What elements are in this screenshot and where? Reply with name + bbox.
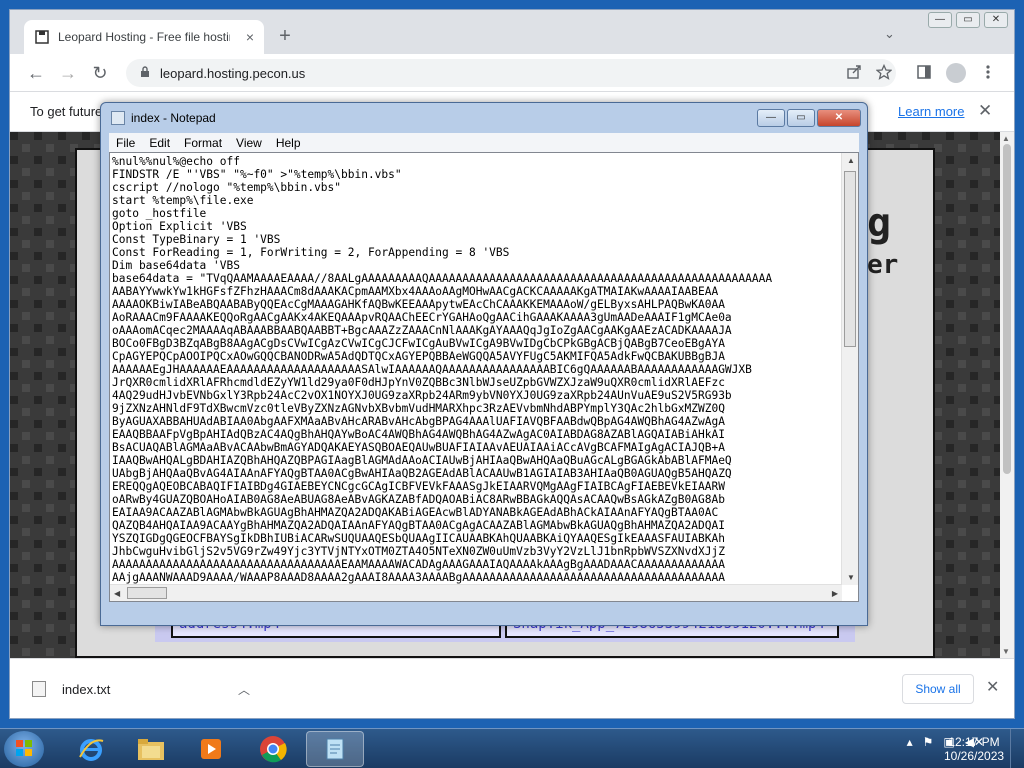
internet-explorer-icon[interactable] (62, 731, 120, 767)
site-heading-fragment: g (867, 200, 892, 246)
notepad-vscroll-thumb[interactable] (844, 171, 856, 347)
scroll-down-icon[interactable]: ▼ (1002, 647, 1010, 656)
lock-icon (140, 65, 150, 81)
browser-toolbar: ← → ↻ leopard.hosting.pecon.us (10, 54, 1014, 92)
scroll-right-icon[interactable]: ▶ (832, 589, 838, 598)
media-player-icon[interactable] (182, 731, 240, 767)
close-window-button[interactable]: ✕ (984, 12, 1008, 28)
minimize-button[interactable]: — (928, 12, 952, 28)
file-explorer-icon[interactable] (122, 731, 180, 767)
notepad-hscroll-thumb[interactable] (127, 587, 167, 599)
scrollbar-thumb[interactable] (1003, 144, 1011, 474)
page-favicon-icon (34, 29, 50, 45)
download-bar: index.txt ︿ Show all ✕ (10, 658, 1014, 718)
system-clock[interactable]: 12:17 PM 10/26/2023 (944, 735, 1004, 763)
notepad-close-button[interactable]: ✕ (817, 109, 861, 127)
site-subheading-fragment: er (867, 250, 899, 280)
tab-title: Leopard Hosting - Free file hosting (58, 30, 230, 44)
back-button[interactable]: ← (24, 62, 48, 86)
notepad-menu-bar: File Edit Format View Help (109, 133, 859, 152)
side-panel-icon[interactable] (914, 64, 934, 85)
show-desktop-button[interactable] (1010, 729, 1024, 768)
download-item[interactable]: index.txt ︿ (32, 673, 250, 705)
tab-search-icon[interactable]: ⌄ (884, 26, 895, 42)
notepad-icon (111, 111, 125, 125)
reload-button[interactable]: ↻ (88, 62, 112, 86)
close-download-bar-icon[interactable]: ✕ (986, 677, 999, 697)
profile-avatar[interactable] (946, 63, 966, 83)
new-tab-button[interactable]: + (274, 26, 296, 48)
start-button[interactable] (4, 731, 44, 767)
chrome-window-controls: — ▭ ✕ (928, 12, 1008, 28)
learn-more-link[interactable]: Learn more (898, 104, 964, 119)
clock-date: 10/26/2023 (944, 749, 1005, 763)
file-icon (32, 681, 46, 697)
notepad-horizontal-scrollbar[interactable]: ◀ ▶ (110, 584, 842, 601)
menu-view[interactable]: View (229, 136, 269, 150)
close-infobar-icon[interactable]: ✕ (978, 101, 992, 121)
show-hidden-icons-icon[interactable]: ▴ (907, 735, 913, 749)
forward-button[interactable]: → (56, 62, 80, 86)
notepad-maximize-button[interactable]: ▭ (787, 109, 815, 127)
tab-strip: Leopard Hosting - Free file hosting × + … (10, 10, 1014, 54)
share-icon[interactable] (844, 64, 864, 85)
tab-close-icon[interactable]: × (246, 29, 254, 45)
scroll-up-icon[interactable]: ▲ (1002, 134, 1010, 143)
download-file-name: index.txt (62, 681, 111, 697)
chevron-up-icon[interactable]: ︿ (238, 681, 250, 698)
url-text: leopard.hosting.pecon.us (160, 65, 306, 81)
maximize-button[interactable]: ▭ (956, 12, 980, 28)
notepad-vertical-scrollbar[interactable]: ▲ ▼ (841, 153, 858, 585)
notepad-title-bar[interactable]: index - Notepad — ▭ ✕ (101, 103, 867, 133)
browser-tab[interactable]: Leopard Hosting - Free file hosting × (24, 20, 264, 54)
chrome-taskbar-icon[interactable] (244, 731, 302, 767)
notepad-window: index - Notepad — ▭ ✕ File Edit Format V… (100, 102, 868, 626)
menu-format[interactable]: Format (177, 136, 229, 150)
kebab-menu-icon[interactable] (978, 64, 998, 85)
scroll-left-icon[interactable]: ◀ (114, 589, 120, 598)
notepad-editor[interactable]: %nul%%nul%@echo off FINDSTR /E "'VBS" "%… (109, 152, 859, 602)
scroll-down-icon[interactable]: ▼ (847, 573, 855, 582)
info-bar-text: To get future (30, 104, 103, 119)
action-center-flag-icon[interactable]: ⚑ (923, 735, 934, 749)
menu-file[interactable]: File (109, 136, 142, 150)
taskbar: ▴ ⚑ ▣ ◀✕ 12:17 PM 10/26/2023 (0, 728, 1024, 768)
notepad-text-content[interactable]: %nul%%nul%@echo off FINDSTR /E "'VBS" "%… (112, 155, 840, 585)
page-scrollbar[interactable]: ▲ ▼ (1000, 132, 1014, 658)
notepad-title: index - Notepad (131, 111, 216, 125)
menu-edit[interactable]: Edit (142, 136, 177, 150)
address-bar[interactable]: leopard.hosting.pecon.us (126, 59, 896, 87)
show-all-button[interactable]: Show all (902, 674, 974, 704)
bookmark-star-icon[interactable] (874, 63, 894, 85)
scroll-up-icon[interactable]: ▲ (847, 156, 855, 165)
notepad-minimize-button[interactable]: — (757, 109, 785, 127)
notepad-taskbar-icon[interactable] (306, 731, 364, 767)
notepad-window-controls: — ▭ ✕ (757, 109, 861, 127)
menu-help[interactable]: Help (269, 136, 308, 150)
clock-time: 12:17 PM (948, 735, 1000, 749)
